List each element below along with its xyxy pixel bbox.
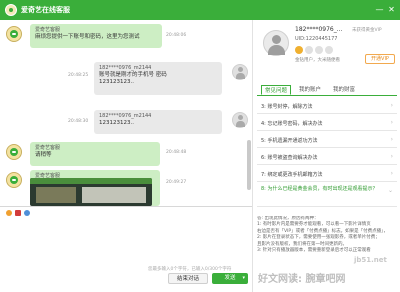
faq-item-label: 8: 为什么已经是黄金会员，有时出现还是观看提示？	[261, 186, 378, 192]
chevron-down-icon: ⌄	[387, 187, 393, 194]
message-text: 麻烦您提供一下账号和密码，这里为您测试	[35, 34, 140, 40]
message-sender: 爱奇艺客服	[35, 145, 61, 151]
send-button[interactable]: 发送 ▾	[212, 273, 248, 284]
faq-answer-line: 2: 影片在登录状态下，需要使用一张观影券，或者单片付费；	[257, 235, 380, 241]
message-text: 123123123..	[99, 120, 134, 126]
message-text: 账号就是刚才的手机号 密码	[99, 72, 167, 78]
image-panel	[82, 187, 146, 203]
char-count: 您最多输入0个字符，已输入0/300个字符	[148, 267, 232, 272]
message-text: 123123123..	[99, 79, 134, 85]
agent-avatar	[6, 172, 22, 188]
input-toolbar	[0, 207, 252, 219]
chevron-right-icon: ›	[390, 119, 393, 126]
image-panel	[36, 187, 76, 203]
message-sender: 182****0976_m2144	[99, 113, 152, 119]
minimize-button[interactable]: —	[374, 4, 385, 15]
message-time: 20:48:30	[68, 119, 89, 124]
image-header	[30, 178, 152, 184]
faq-answer-line: 3: 针对只有播放器版本，需要重新登录后才可以正常观看	[257, 248, 371, 254]
message-text: 请稍等	[35, 152, 52, 158]
open-vip-button[interactable]: 开通VIP	[365, 54, 395, 64]
file-icon[interactable]	[24, 210, 30, 216]
vip-status: 未获得黄金VIP	[352, 28, 382, 33]
input-area: 您最多输入0个字符，已输入0/300个字符 结束对话 发送 ▾	[0, 206, 252, 292]
message-input[interactable]	[4, 220, 248, 262]
watermark-main: 好文网读: 腕章吧网	[258, 274, 346, 285]
faq-item[interactable]: 4: 忘记账号密码，解决办法 ›	[257, 115, 397, 131]
send-button-label: 发送	[224, 275, 236, 281]
chat-scrollbar[interactable]	[247, 44, 251, 206]
chevron-right-icon: ›	[390, 102, 393, 109]
agent-avatar	[6, 26, 22, 42]
tab-my-wealth[interactable]: 我的财富	[329, 85, 359, 95]
title-bar: 爱奇艺在线客服 — ✕	[0, 0, 400, 20]
user-avatar-large	[263, 30, 289, 56]
chevron-right-icon: ›	[390, 153, 393, 160]
tab-my-account[interactable]: 我的账户	[295, 85, 325, 95]
sidebar: 182****0976_... 未获得黄金VIP UID:1220445177 …	[252, 20, 400, 292]
faq-item-label: 6: 账号被盗查询解决办法	[261, 155, 318, 161]
level-icon	[305, 46, 313, 54]
user-avatar	[232, 112, 248, 128]
message-time: 20:48:06	[166, 33, 187, 38]
faq-item-label: 5: 手机遗漏开通返功方法	[261, 138, 318, 144]
faq-item-label: 3: 账号封停，解除方法	[261, 104, 313, 110]
emoji-icon[interactable]	[6, 210, 12, 216]
chevron-down-icon[interactable]: ▾	[242, 273, 245, 284]
member-info: 金钻用户，大米随便看	[295, 58, 340, 63]
message-bubble: 爱奇艺客服 请稍等	[30, 142, 160, 166]
agent-avatar	[6, 144, 22, 160]
message-time: 20:49:27	[166, 180, 187, 185]
faq-item-label: 4: 忘记账号密码，解决办法	[261, 121, 323, 127]
end-chat-button[interactable]: 结束对话	[168, 273, 208, 284]
faq-item[interactable]: 5: 手机遗漏开通返功方法 ›	[257, 132, 397, 148]
app-logo-icon	[5, 4, 17, 16]
window-title: 爱奇艺在线客服	[21, 6, 70, 14]
user-uid: UID:1220445177	[295, 36, 338, 42]
level-icon	[315, 46, 323, 54]
message-image[interactable]	[30, 178, 152, 206]
faq-item[interactable]: 3: 账号封停，解除方法 ›	[257, 98, 397, 114]
message-time: 20:48:25	[68, 73, 89, 78]
faq-item-expanded[interactable]: 8: 为什么已经是黄金会员，有时出现还是观看提示？ ⌄	[257, 183, 397, 207]
faq-item-label: 7: 绑定或更改手机邮箱方法	[261, 172, 323, 178]
image-upload-icon[interactable]	[15, 210, 21, 216]
user-profile: 182****0976_... 未获得黄金VIP UID:1220445177 …	[253, 20, 400, 80]
message-bubble: 182****0976_m2144 123123123..	[94, 110, 222, 134]
chevron-right-icon: ›	[390, 170, 393, 177]
sidebar-tabs: 常见问题 我的账户 我的财富	[257, 84, 397, 96]
user-phone: 182****0976_...	[295, 26, 343, 33]
level-icon	[325, 46, 333, 54]
faq-item[interactable]: 7: 绑定或更改手机邮箱方法 ›	[257, 166, 397, 182]
close-button[interactable]: ✕	[386, 4, 397, 15]
message-bubble: 爱奇艺客服 麻烦您提供一下账号和密码，这里为您测试	[30, 24, 162, 48]
faq-item[interactable]: 6: 账号被盗查询解决办法 ›	[257, 149, 397, 165]
message-sender: 182****0976_m2144	[99, 65, 152, 71]
chevron-right-icon: ›	[390, 136, 393, 143]
message-time: 20:48:48	[166, 150, 187, 155]
message-bubble: 182****0976_m2144 账号就是刚才的手机号 密码 12312312…	[94, 62, 222, 95]
watermark-site: jb51.net	[354, 256, 387, 264]
tab-faq[interactable]: 常见问题	[261, 85, 291, 95]
user-avatar	[232, 64, 248, 80]
message-sender: 爱奇艺客服	[35, 27, 61, 33]
level-icon	[295, 46, 303, 54]
scrollbar-thumb[interactable]	[247, 140, 251, 190]
